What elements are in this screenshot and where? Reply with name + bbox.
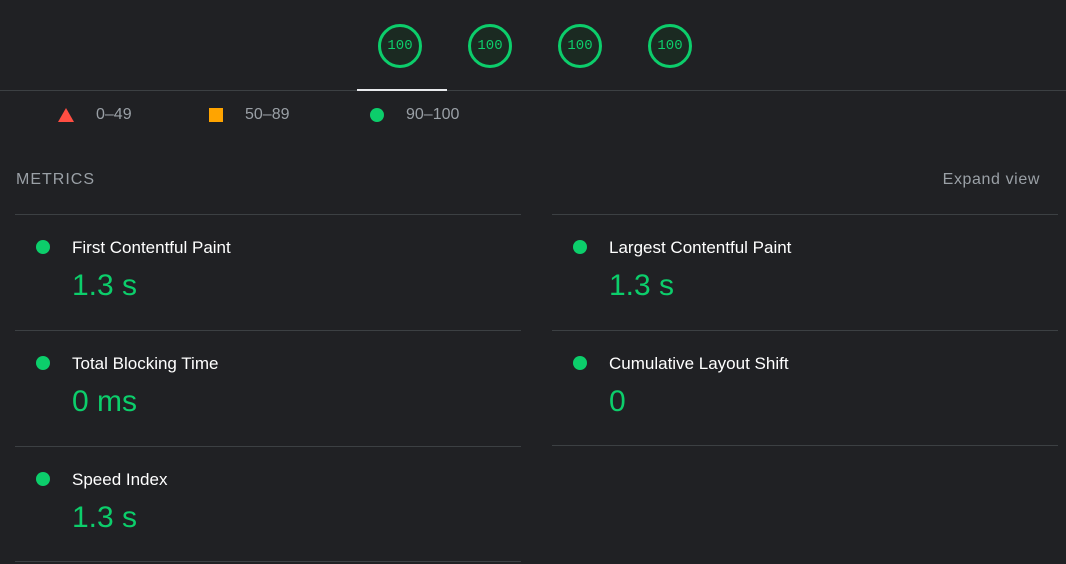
legend-item-fail: 0–49 [58, 104, 132, 126]
legend-range-fail: 0–49 [96, 106, 132, 123]
score-gauge-2[interactable]: 100 [468, 24, 512, 68]
active-tab-indicator [357, 89, 447, 91]
metric-label: Largest Contentful Paint [609, 238, 792, 257]
score-gauge-1[interactable]: 100 [378, 24, 422, 68]
metric-value: 1.3 s [72, 269, 138, 302]
metric-cumulative-layout-shift: Cumulative Layout Shift 0 [552, 330, 1058, 445]
pass-circle-icon [573, 240, 587, 254]
metric-value: 0 [609, 385, 626, 418]
metric-total-blocking-time: Total Blocking Time 0 ms [15, 330, 521, 445]
score-legend: 0–49 50–89 90–100 [0, 104, 600, 126]
pass-circle-icon [36, 356, 50, 370]
metric-first-contentful-paint: First Contentful Paint 1.3 s [15, 214, 521, 329]
pass-circle-icon [36, 472, 50, 486]
score-gauge-4[interactable]: 100 [648, 24, 692, 68]
metric-label: Total Blocking Time [72, 354, 219, 373]
triangle-icon [58, 108, 74, 122]
metric-label: Speed Index [72, 470, 168, 489]
metric-speed-index: Speed Index 1.3 s [15, 446, 521, 561]
legend-item-average: 50–89 [209, 104, 290, 126]
metric-value: 0 ms [72, 385, 138, 418]
pass-circle-icon [36, 240, 50, 254]
legend-item-pass: 90–100 [370, 104, 459, 126]
legend-range-pass: 90–100 [406, 106, 460, 123]
metrics-heading: METRICS [16, 171, 95, 188]
metric-label: First Contentful Paint [72, 238, 231, 257]
category-gauges-bar: 100 100 100 100 [0, 0, 1066, 91]
expand-view-button[interactable]: Expand view [943, 171, 1040, 189]
divider [552, 445, 1058, 446]
legend-range-average: 50–89 [245, 106, 290, 123]
metric-label: Cumulative Layout Shift [609, 354, 789, 373]
metric-value: 1.3 s [72, 501, 138, 534]
circle-icon [370, 108, 384, 122]
metric-value: 1.3 s [609, 269, 675, 302]
pass-circle-icon [573, 356, 587, 370]
divider [15, 561, 521, 562]
metric-largest-contentful-paint: Largest Contentful Paint 1.3 s [552, 214, 1058, 329]
square-icon [209, 108, 223, 122]
score-gauge-3[interactable]: 100 [558, 24, 602, 68]
